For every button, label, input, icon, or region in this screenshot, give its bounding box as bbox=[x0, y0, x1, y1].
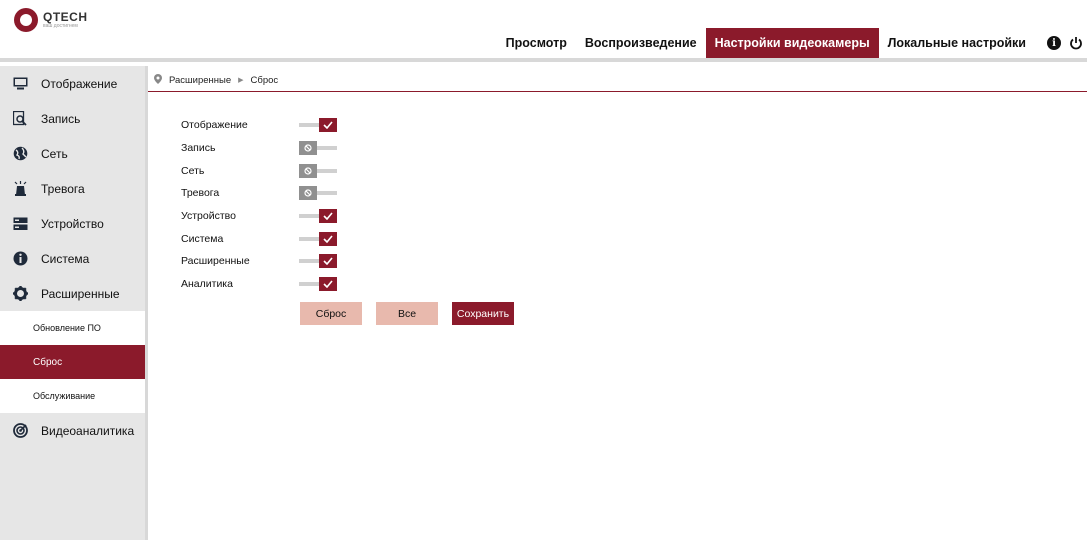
record-search-icon bbox=[12, 111, 28, 127]
checkmark-icon bbox=[319, 118, 337, 133]
reset-button[interactable]: Сброс bbox=[300, 302, 362, 325]
location-pin-icon bbox=[154, 73, 162, 87]
nav-local-settings[interactable]: Локальные настройки bbox=[879, 28, 1035, 58]
storage-icon bbox=[12, 216, 28, 232]
sidebar-item-label: Тревога bbox=[41, 181, 85, 196]
option-row-advanced: Расширенные bbox=[181, 250, 337, 273]
option-label: Запись bbox=[181, 142, 216, 155]
sidebar-item-label: Система bbox=[41, 251, 90, 266]
option-toggle-system[interactable] bbox=[299, 231, 337, 246]
option-label: Система bbox=[181, 232, 224, 245]
globe-icon bbox=[12, 146, 28, 162]
disabled-icon bbox=[299, 141, 317, 156]
sidebar-item-device[interactable]: Устройство bbox=[0, 206, 145, 241]
option-toggle-device[interactable] bbox=[299, 209, 337, 224]
sidebar-item-label: Запись bbox=[41, 111, 81, 126]
info-icon bbox=[12, 251, 28, 267]
checkmark-icon bbox=[319, 254, 337, 269]
disabled-icon bbox=[299, 163, 317, 178]
disabled-icon bbox=[299, 186, 317, 201]
sidebar-item-advanced[interactable]: Расширенные bbox=[0, 276, 145, 311]
logo: QTECH ваш достигнем bbox=[14, 8, 88, 32]
sidebar-item-network[interactable]: Сеть bbox=[0, 136, 145, 171]
option-toggle-record[interactable] bbox=[299, 141, 337, 156]
top-nav: Просмотр Воспроизведение Настройки видео… bbox=[497, 28, 1087, 58]
monitor-icon bbox=[12, 76, 28, 92]
breadcrumb-parent[interactable]: Расширенные bbox=[169, 75, 231, 86]
sidebar: Отображение Запись Сеть Тревога Устройст… bbox=[0, 66, 145, 540]
header: QTECH ваш достигнем Просмотр Воспроизвед… bbox=[0, 0, 1087, 62]
checkmark-icon bbox=[319, 231, 337, 246]
select-all-button[interactable]: Все bbox=[376, 302, 438, 325]
analytics-icon bbox=[12, 423, 28, 439]
power-icon[interactable] bbox=[1069, 36, 1083, 50]
option-toggle-display[interactable] bbox=[299, 118, 337, 133]
option-toggle-advanced[interactable] bbox=[299, 254, 337, 269]
option-label: Тревога bbox=[181, 187, 220, 200]
sidebar-item-video-analytics[interactable]: Видеоаналитика bbox=[0, 413, 145, 448]
nav-camera-settings[interactable]: Настройки видеокамеры bbox=[705, 28, 879, 58]
breadcrumb-separator-icon: ▶ bbox=[238, 77, 244, 84]
option-label: Устройство bbox=[181, 210, 236, 223]
option-row-record: Запись bbox=[181, 137, 337, 160]
option-row-alarm: Тревога bbox=[181, 182, 337, 205]
sidebar-item-label: Сеть bbox=[41, 146, 68, 161]
sidebar-item-display[interactable]: Отображение bbox=[0, 66, 145, 101]
sidebar-item-label: Расширенные bbox=[41, 286, 120, 301]
logo-tagline: ваш достигнем bbox=[43, 23, 78, 29]
option-label: Отображение bbox=[181, 119, 248, 132]
option-label: Сеть bbox=[181, 164, 205, 177]
option-label: Расширенные bbox=[181, 255, 250, 268]
option-row-network: Сеть bbox=[181, 159, 337, 182]
option-row-analytics: Аналитика bbox=[181, 273, 337, 296]
nav-playback[interactable]: Воспроизведение bbox=[576, 28, 706, 58]
reset-options-list: Отображение Запись Сеть Тревога Устройст… bbox=[181, 114, 337, 296]
option-toggle-alarm[interactable] bbox=[299, 186, 337, 201]
option-toggle-analytics[interactable] bbox=[299, 277, 337, 292]
breadcrumb-divider bbox=[148, 91, 1087, 92]
sidebar-item-record[interactable]: Запись bbox=[0, 101, 145, 136]
sidebar-subitem-firmware-update[interactable]: Обновление ПО bbox=[0, 311, 145, 345]
sidebar-item-label: Видеоаналитика bbox=[41, 423, 135, 438]
sidebar-subitem-maintenance[interactable]: Обслуживание bbox=[0, 379, 145, 413]
logo-name: QTECH bbox=[43, 10, 88, 24]
main-content: Расширенные ▶ Сброс Отображение Запись С… bbox=[145, 66, 1087, 540]
checkmark-icon bbox=[319, 277, 337, 292]
breadcrumb: Расширенные ▶ Сброс bbox=[154, 72, 278, 88]
sidebar-item-label: Отображение bbox=[41, 76, 118, 91]
sidebar-subitem-reset[interactable]: Сброс bbox=[0, 345, 145, 379]
save-button[interactable]: Сохранить bbox=[452, 302, 514, 325]
breadcrumb-current: Сброс bbox=[250, 74, 279, 86]
option-label: Аналитика bbox=[181, 278, 233, 291]
info-icon[interactable]: i bbox=[1047, 36, 1061, 50]
sidebar-item-alarm[interactable]: Тревога bbox=[0, 171, 145, 206]
action-buttons: Сброс Все Сохранить bbox=[300, 302, 514, 325]
option-row-device: Устройство bbox=[181, 205, 337, 228]
gear-icon bbox=[12, 286, 28, 302]
checkmark-icon bbox=[319, 209, 337, 224]
option-row-display: Отображение bbox=[181, 114, 337, 137]
option-row-system: Система bbox=[181, 227, 337, 250]
sidebar-item-system[interactable]: Система bbox=[0, 241, 145, 276]
sidebar-item-label: Устройство bbox=[41, 216, 104, 231]
option-toggle-network[interactable] bbox=[299, 163, 337, 178]
alarm-icon bbox=[12, 181, 28, 197]
nav-preview[interactable]: Просмотр bbox=[497, 28, 576, 58]
logo-icon bbox=[14, 8, 38, 32]
